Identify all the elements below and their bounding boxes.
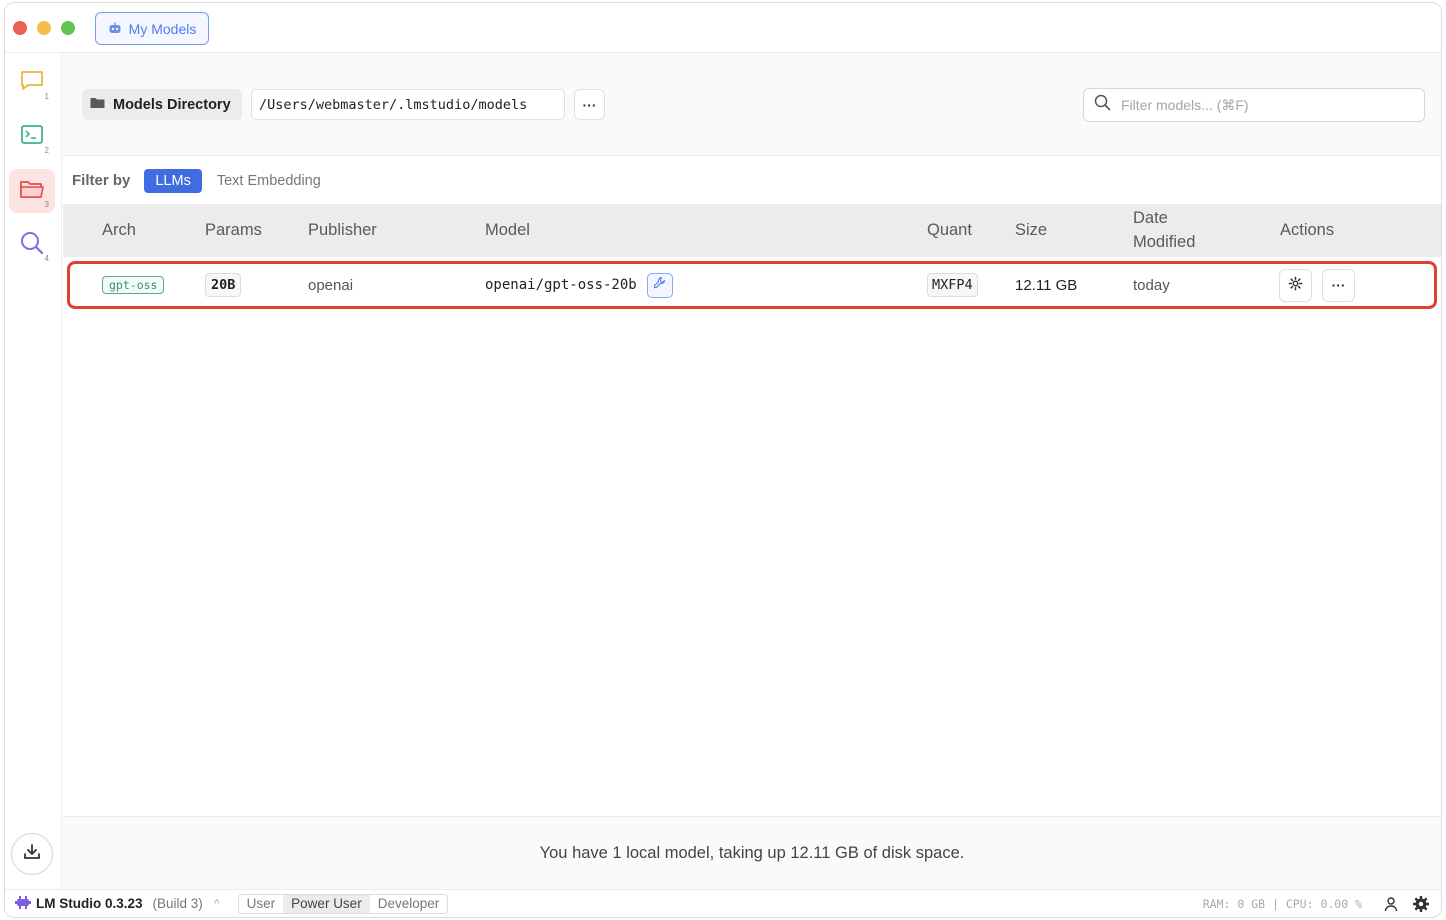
filter-models-field[interactable] [1083, 88, 1425, 122]
sidebar-item-my-models[interactable]: 3 [9, 169, 55, 213]
download-icon [22, 842, 42, 867]
lmstudio-logo-icon [15, 895, 31, 912]
search-icon [1094, 94, 1111, 116]
date-modified-cell: today [1133, 276, 1170, 294]
model-more-button[interactable]: ··· [1322, 268, 1355, 302]
column-header-date-modified[interactable]: Date Modified [1133, 204, 1195, 257]
mode-power-user[interactable]: Power User [283, 894, 370, 913]
main-panel: Models Directory /Users/webmaster/.lmstu… [63, 53, 1441, 889]
table-row[interactable]: gpt-oss 20B openai openai/gpt-oss-20b MX… [67, 261, 1437, 309]
sidebar-item-number: 2 [44, 146, 49, 155]
zoom-window-button[interactable] [61, 21, 75, 35]
gear-icon [1288, 276, 1303, 294]
filter-text-embedding-tab[interactable]: Text Embedding [217, 173, 321, 189]
mode-switcher: User Power User Developer [237, 893, 449, 914]
table-header: Arch Params Publisher Model Quant Size D… [63, 204, 1441, 257]
params-tag: 20B [205, 273, 242, 297]
folder-icon [90, 97, 105, 113]
arch-tag: gpt-oss [102, 276, 165, 294]
search-icon [19, 230, 45, 261]
quant-cell: MXFP4 [927, 264, 978, 306]
sidebar-item-developer[interactable]: 2 [9, 115, 55, 159]
mode-developer[interactable]: Developer [370, 895, 448, 913]
sidebar-item-number: 1 [44, 92, 49, 101]
robot-icon [108, 21, 122, 37]
chat-icon [19, 69, 45, 98]
close-window-button[interactable] [13, 21, 27, 35]
wrench-icon [653, 276, 666, 294]
model-name: openai/gpt-oss-20b [485, 277, 637, 293]
filter-by-label: Filter by [72, 172, 131, 189]
my-models-label: My Models [128, 20, 197, 37]
downloads-button[interactable] [11, 833, 53, 875]
column-header-quant[interactable]: Quant [927, 204, 972, 257]
pin-model-button[interactable] [646, 272, 673, 298]
models-directory-label: Models Directory [82, 89, 242, 120]
app-name-text: LM Studio 0.3.23 [36, 896, 143, 911]
actions-cell: ··· [1279, 264, 1355, 306]
size-cell: 12.11 GB [1015, 276, 1078, 294]
mode-user[interactable]: User [239, 895, 284, 913]
column-header-arch[interactable]: Arch [102, 204, 136, 257]
models-directory-text: Models Directory [113, 96, 231, 113]
gear-icon[interactable] [1412, 895, 1430, 913]
folder-icon [18, 177, 46, 206]
app-version[interactable]: LM Studio 0.3.23 (Build 3) ^ [15, 895, 220, 912]
status-bar: LM Studio 0.3.23 (Build 3) ^ User Power … [5, 889, 1441, 917]
date-header-line2: Modified [1133, 232, 1196, 251]
model-cell: openai/gpt-oss-20b [485, 264, 673, 306]
sidebar-item-chat[interactable]: 1 [9, 61, 55, 105]
filter-llms-tab[interactable]: LLMs [144, 168, 202, 193]
model-settings-button[interactable] [1279, 268, 1312, 302]
column-header-size[interactable]: Size [1015, 204, 1047, 257]
resource-stats: RAM: 0 GB | CPU: 0.00 % [1202, 896, 1362, 911]
params-cell: 20B [205, 264, 242, 306]
app-window: My Models 1 2 3 4 Models Directory /User… [4, 2, 1442, 918]
column-header-publisher[interactable]: Publisher [308, 204, 377, 257]
sidebar: 1 2 3 4 [5, 53, 62, 889]
arch-cell: gpt-oss [102, 264, 165, 306]
build-text: (Build 3) [152, 896, 203, 911]
terminal-icon [19, 123, 45, 152]
sidebar-item-number: 4 [44, 254, 49, 263]
chevron-up-icon: ^ [213, 898, 220, 909]
date-header-line1: Date [1133, 208, 1168, 227]
column-header-params[interactable]: Params [205, 204, 262, 257]
models-directory-path[interactable]: /Users/webmaster/.lmstudio/models [251, 89, 565, 120]
publisher-cell: openai [308, 276, 354, 294]
titlebar: My Models [5, 3, 1441, 53]
column-header-model[interactable]: Model [485, 204, 530, 257]
disk-usage-summary: You have 1 local model, taking up 12.11 … [63, 816, 1441, 889]
filter-bar: Filter by LLMs Text Embedding [63, 157, 1441, 204]
quant-tag: MXFP4 [927, 273, 978, 297]
column-header-actions: Actions [1280, 220, 1335, 239]
models-toolbar: Models Directory /Users/webmaster/.lmstu… [63, 53, 1441, 156]
user-icon[interactable] [1383, 896, 1399, 912]
my-models-tab[interactable]: My Models [95, 12, 209, 45]
minimize-window-button[interactable] [37, 21, 51, 35]
directory-more-button[interactable]: ··· [574, 89, 605, 120]
sidebar-item-discover[interactable]: 4 [9, 223, 55, 267]
filter-models-input[interactable] [1121, 97, 1411, 113]
sidebar-item-number: 3 [44, 200, 49, 209]
